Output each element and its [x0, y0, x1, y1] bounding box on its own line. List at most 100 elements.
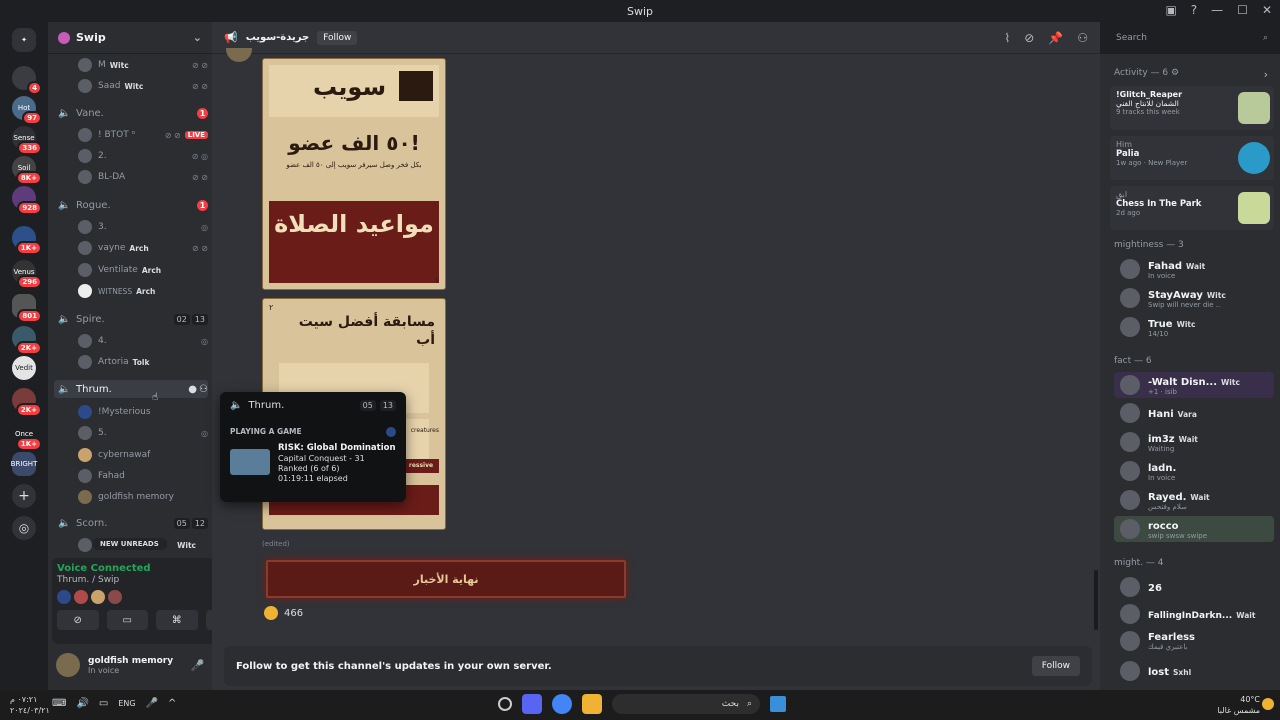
weather-widget[interactable]: 40°C مشمس غالبا: [1217, 694, 1260, 716]
chevron-up-icon[interactable]: ^: [168, 698, 176, 709]
scrollbar[interactable]: [1094, 570, 1098, 630]
voice-channel-vane[interactable]: 🔈 Vane. 1: [58, 104, 208, 122]
member-item[interactable]: FallingInDarkn... Wait: [1120, 601, 1276, 627]
chat-bubble-icon[interactable]: ●: [188, 384, 197, 395]
member-item[interactable]: StayAway Witc Swip will never die ..: [1120, 285, 1276, 311]
window-titlebar: Swip ▣ ? — ☐ ✕: [0, 0, 1280, 22]
member-item[interactable]: Hani Vara: [1120, 400, 1276, 426]
server-icon-12[interactable]: Once 1K+: [12, 422, 42, 451]
voice-channel-scorn[interactable]: 🔈 Scorn. 05 12: [58, 514, 208, 532]
reaction-button[interactable]: 466: [264, 606, 303, 620]
server-icon-5[interactable]: 928: [12, 186, 42, 215]
voice-user[interactable]: WITNESS Arch: [78, 282, 208, 300]
activity-button[interactable]: ⌘: [156, 610, 198, 630]
member-item[interactable]: -Walt Disn... Witc +1 · isib: [1114, 372, 1274, 398]
gear-icon[interactable]: ⚙: [1171, 68, 1179, 78]
game-detail: Capital Conquest - 31: [278, 454, 365, 463]
member-item[interactable]: 26: [1120, 574, 1276, 600]
server-icon-11[interactable]: 2K+: [12, 388, 42, 417]
search-input[interactable]: Search ⌕: [1110, 28, 1274, 48]
mic-icon[interactable]: 🎤: [191, 659, 205, 672]
voice-user[interactable]: goldfish memory: [78, 488, 208, 506]
file-explorer-icon[interactable]: [582, 694, 602, 714]
member-item[interactable]: rocco swip swsw swipe: [1114, 516, 1274, 542]
server-icon-1[interactable]: 4: [12, 66, 42, 95]
chevron-right-icon[interactable]: ›: [1264, 68, 1268, 81]
voice-user[interactable]: Fahad: [78, 467, 208, 485]
follow-button[interactable]: Follow: [1031, 656, 1080, 676]
member-item[interactable]: Fearless باعتبري قيمك: [1120, 628, 1276, 654]
voice-status[interactable]: Voice Connected: [57, 563, 151, 574]
voice-user[interactable]: Saad Witc ⊘ ⊘: [78, 77, 208, 95]
discover-icon[interactable]: ◎: [12, 516, 36, 540]
volume-icon[interactable]: 🔊: [76, 698, 88, 709]
help-icon[interactable]: ?: [1191, 3, 1197, 17]
voice-channel-thrum[interactable]: 🔈 Thrum. ● ⚇: [54, 380, 208, 398]
news-image-1[interactable]: سويب ٥٠ الف عضو! بكل فخر وصل سيرفر سويب …: [262, 58, 446, 290]
follow-header-button[interactable]: Follow: [317, 30, 358, 45]
add-member-icon[interactable]: ⚇: [199, 384, 208, 395]
voice-channel-rogue[interactable]: 🔈 Rogue. 1: [58, 196, 208, 214]
windows-start-icon[interactable]: [770, 696, 786, 712]
voice-user[interactable]: Ventilate Arch: [78, 261, 208, 279]
voice-user[interactable]: Artoria Tolk: [78, 353, 208, 371]
speaker-icon: 🔈: [58, 107, 71, 119]
voice-user[interactable]: 2. ⊘ ◎: [78, 147, 208, 165]
server-icon-4[interactable]: Soil 8K+: [12, 156, 42, 185]
guild-header[interactable]: Swip ⌄: [48, 22, 212, 54]
taskview-icon[interactable]: [498, 697, 512, 711]
screen-share-button[interactable]: ▭: [106, 610, 148, 630]
voice-user[interactable]: !Mysterious: [78, 403, 208, 421]
minimize-button[interactable]: —: [1211, 3, 1223, 17]
server-icon-10[interactable]: Vedit: [12, 356, 36, 380]
voice-user[interactable]: 4. ◎: [78, 332, 208, 350]
voice-user[interactable]: vayne Arch ⊘ ⊘: [78, 239, 208, 257]
server-icon-13[interactable]: BRIGHT: [11, 452, 37, 476]
threads-icon[interactable]: ⌇: [1004, 31, 1010, 45]
server-icon-9[interactable]: 2K+: [12, 326, 42, 355]
member-item[interactable]: Fahad Wait In voice: [1120, 256, 1276, 282]
pin-icon[interactable]: 📌: [1048, 31, 1063, 45]
channel-name: Vane.: [76, 107, 104, 119]
close-button[interactable]: ✕: [1262, 3, 1272, 17]
voice-user[interactable]: cybernawaf: [78, 446, 208, 464]
maximize-button[interactable]: ☐: [1237, 3, 1248, 17]
member-item[interactable]: lost Sxhl: [1120, 658, 1276, 684]
member-item[interactable]: ladn. In voice: [1120, 458, 1276, 484]
camera-off-button[interactable]: ⊘: [57, 610, 99, 630]
server-icon-3[interactable]: Sense 336: [12, 126, 42, 155]
activity-card[interactable]: Him Palia 1w ago · New Player: [1110, 136, 1274, 180]
voice-user[interactable]: 3. ◎: [78, 218, 208, 236]
voice-user[interactable]: 5. ◎: [78, 424, 208, 442]
role-tag: Witc: [177, 540, 196, 550]
member-list-icon[interactable]: ⚇: [1077, 31, 1088, 45]
voice-channel-spire[interactable]: 🔈 Spire. 02 13: [58, 310, 208, 328]
server-icon-7[interactable]: Venus 296: [12, 260, 42, 289]
voice-location[interactable]: Thrum. / Swip: [57, 575, 151, 585]
member-item[interactable]: Rayed. Wait سلام وفتحس: [1120, 487, 1276, 513]
add-server-icon[interactable]: +: [12, 484, 36, 508]
language-indicator[interactable]: ENG: [118, 699, 135, 709]
avatar[interactable]: [56, 653, 80, 677]
mute-notifications-icon[interactable]: ⊘: [1024, 31, 1034, 45]
taskbar-search[interactable]: بحث ⌕: [612, 694, 760, 714]
voice-user[interactable]: M Witc ⊘ ⊘: [78, 56, 208, 74]
notification-icon[interactable]: ⌨: [52, 698, 66, 709]
server-icon-8[interactable]: 801: [12, 294, 42, 323]
chrome-icon[interactable]: [552, 694, 572, 714]
server-icon-2[interactable]: Hot 97: [12, 96, 42, 125]
discord-taskbar-icon[interactable]: [522, 694, 542, 714]
mic-icon[interactable]: 🎤: [146, 698, 158, 709]
activity-card[interactable]: ابق Chess In The Park 2d ago: [1110, 186, 1274, 230]
voice-user[interactable]: BL-DA ⊘ ⊘: [78, 168, 208, 186]
activity-card[interactable]: !Glitch_Reaper الشمان للانتاج الفني 9 tr…: [1110, 86, 1274, 130]
server-icon-6[interactable]: 1K+: [12, 226, 42, 255]
member-item[interactable]: im3z Wait Waiting: [1120, 429, 1276, 455]
member-item[interactable]: True Witc 14/10: [1120, 314, 1276, 340]
clock[interactable]: ٠٧:٢١ م ٢٠٢٤/٠٣/٢١: [10, 694, 50, 716]
discord-home-icon[interactable]: ✦: [12, 28, 36, 52]
voice-user[interactable]: ! BTOT ᵒ ⊘ ⊘ LIVE: [78, 126, 208, 144]
new-unreads-pill[interactable]: NEW UNREADS: [92, 538, 167, 550]
display-icon[interactable]: ▭: [99, 698, 108, 709]
inbox-icon[interactable]: ▣: [1165, 3, 1176, 17]
